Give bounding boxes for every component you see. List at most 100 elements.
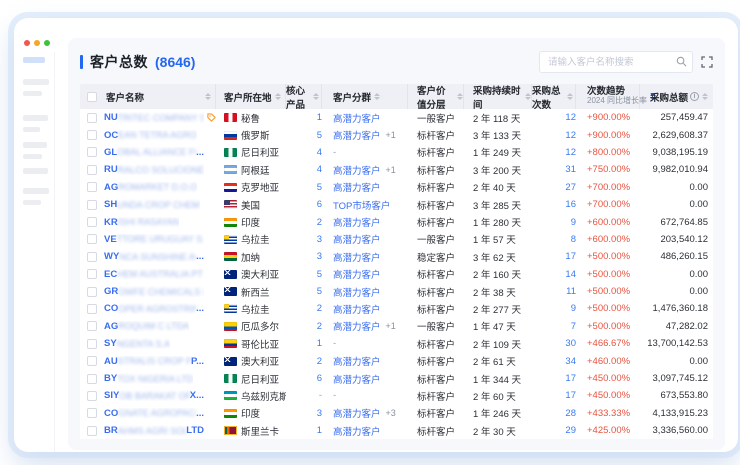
sidebar-item-skeleton[interactable] [23, 142, 47, 148]
table-row[interactable]: BYTOX NIGERIA LTD尼日利亚6高潜力客户标杆客户1 年 344 天… [80, 370, 713, 387]
row-checkbox[interactable] [87, 287, 97, 297]
segment-link[interactable]: 高潜力客户 [333, 354, 381, 368]
segment-link[interactable]: 高潜力客户 [333, 128, 381, 142]
customer-name-link[interactable]: ECHEM AUSTRALIA PTY LIMITED [104, 269, 204, 280]
table-row[interactable]: OCEAN TETRA AGRO俄罗斯5高潜力客户+1标杆客户3 年 133 天… [80, 126, 713, 143]
select-all-checkbox[interactable] [87, 92, 97, 102]
sidebar-item-skeleton[interactable] [23, 115, 48, 121]
customer-name-link[interactable]: BYTOX NIGERIA LTD [104, 373, 193, 384]
search-icon[interactable] [676, 56, 687, 67]
customer-name-link[interactable]: SIYOB BARAKAT ORZU FERMERX... [104, 390, 204, 401]
core-products-cell[interactable]: 1 [286, 112, 322, 123]
customer-name-link[interactable]: SHUNDA CROP CHEM [104, 199, 200, 210]
purchase-count-cell[interactable]: 12 [532, 147, 576, 158]
purchase-count-cell[interactable]: 34 [532, 356, 576, 367]
table-row[interactable]: AGROQUIM C LTDA厄瓜多尔2高潜力客户+1一般客户1 年 47 天7… [80, 318, 713, 335]
sort-icon[interactable] [702, 93, 708, 100]
core-products-cell[interactable]: 1 [286, 425, 322, 436]
table-row[interactable]: SHUNDA CROP CHEM美国6TOP市场客户标杆客户3 年 285 天1… [80, 196, 713, 213]
row-checkbox[interactable] [87, 269, 97, 279]
core-products-cell[interactable]: 1 [286, 338, 322, 349]
info-icon[interactable]: i [690, 92, 699, 101]
customer-name-link[interactable]: GROWFE CHEMICALS LIMITED [104, 286, 204, 297]
purchase-count-cell[interactable]: 9 [532, 303, 576, 314]
customer-name-link[interactable]: VETTORE URUGUAY S.R.L [104, 234, 204, 245]
search-input[interactable] [539, 51, 693, 73]
purchase-count-cell[interactable]: 27 [532, 182, 576, 193]
purchase-count-cell[interactable]: 17 [532, 251, 576, 262]
core-products-cell[interactable]: 3 [286, 234, 322, 245]
table-row[interactable]: AGROMARKET D.O.O克罗地亚5高潜力客户标杆客户2 年 40 天27… [80, 179, 713, 196]
table-row[interactable]: SIYOB BARAKAT ORZU FERMERX...乌兹别克斯坦--标杆客… [80, 387, 713, 404]
table-row[interactable]: COOPER AGROSTRINA ALDINO R...乌拉圭2高潜力客户标杆… [80, 300, 713, 317]
customer-name-link[interactable]: NUTRITEC COMPANY S.A.C [104, 112, 204, 123]
sidebar-item-skeleton[interactable] [23, 188, 49, 194]
customer-name-link[interactable]: WYNCA SUNSHINE AGRO PRODU... [104, 251, 204, 262]
core-products-cell[interactable]: 5 [286, 269, 322, 280]
column-header-location[interactable]: 客户所在地 [216, 84, 286, 109]
segment-link[interactable]: 高潜力客户 [333, 180, 381, 194]
table-row[interactable]: BRAHMS AGRI SOLUTIONS PVT LTD斯里兰卡1高潜力客户标… [80, 422, 713, 439]
segment-link[interactable]: 高潜力客户 [333, 406, 381, 420]
core-products-cell[interactable]: 2 [286, 356, 322, 367]
customer-name-link[interactable]: GLOBAL ALLIANCE FOR CHEMICA... [104, 147, 204, 158]
column-header-duration[interactable]: 采购持续时间 [464, 84, 532, 109]
table-row[interactable]: GROWFE CHEMICALS LIMITED新西兰5高潜力客户标杆客户2 年… [80, 283, 713, 300]
core-products-cell[interactable]: 2 [286, 217, 322, 228]
core-products-cell[interactable]: 6 [286, 199, 322, 210]
core-products-cell[interactable]: 3 [286, 251, 322, 262]
customer-name-link[interactable]: KRISHI RASAYAN [104, 217, 179, 228]
segment-link[interactable]: 高潜力客户 [333, 250, 381, 264]
segment-link[interactable]: 高潜力客户 [333, 424, 381, 438]
sidebar-item-skeleton[interactable] [23, 127, 40, 132]
table-row[interactable]: AUSTRALIS CROP PROTECTIONP...澳大利亚2高潜力客户标… [80, 352, 713, 369]
window-zoom-dot[interactable] [44, 40, 50, 46]
row-checkbox[interactable] [87, 408, 97, 418]
purchase-count-cell[interactable]: 30 [532, 338, 576, 349]
core-products-cell[interactable]: 5 [286, 182, 322, 193]
row-checkbox[interactable] [87, 147, 97, 157]
core-products-cell[interactable]: 6 [286, 373, 322, 384]
column-header-core[interactable]: 核心产品 [286, 84, 322, 109]
purchase-count-cell[interactable]: 9 [532, 217, 576, 228]
sidebar-item-skeleton[interactable] [23, 200, 41, 205]
purchase-count-cell[interactable]: 17 [532, 373, 576, 384]
core-products-cell[interactable]: 4 [286, 164, 322, 175]
customer-name-link[interactable]: AUSTRALIS CROP PROTECTIONP... [104, 356, 204, 367]
row-checkbox[interactable] [87, 391, 97, 401]
column-header-count[interactable]: 采购总次数 [532, 84, 576, 109]
customer-name-link[interactable]: COGNATE AGROPACK PRIVATE... [104, 408, 204, 419]
purchase-count-cell[interactable]: 12 [532, 130, 576, 141]
sidebar-item-skeleton[interactable] [23, 154, 42, 159]
purchase-count-cell[interactable]: 17 [532, 390, 576, 401]
sort-icon[interactable] [275, 93, 281, 100]
column-header-name[interactable]: 客户名称 [104, 84, 216, 109]
sidebar-item-skeleton[interactable] [23, 79, 49, 85]
customer-name-link[interactable]: OCEAN TETRA AGRO [104, 130, 197, 141]
table-row[interactable]: KRISHI RASAYAN印度2高潜力客户标杆客户1 年 280 天9+600… [80, 213, 713, 230]
table-row[interactable]: VETTORE URUGUAY S.R.L乌拉圭3高潜力客户一般客户1 年 57… [80, 231, 713, 248]
sort-icon[interactable] [205, 93, 211, 100]
sidebar-item-skeleton[interactable] [23, 168, 48, 174]
table-row[interactable]: WYNCA SUNSHINE AGRO PRODU...加纳3高潜力客户稳定客户… [80, 248, 713, 265]
purchase-count-cell[interactable]: 31 [532, 164, 576, 175]
sort-icon[interactable] [525, 93, 531, 100]
column-header-tier[interactable]: 客户价值分层 [408, 84, 464, 109]
window-minimize-dot[interactable] [34, 40, 40, 46]
column-header-trend[interactable]: 次数趋势2024 同比增长率 [576, 84, 640, 109]
row-checkbox[interactable] [87, 130, 97, 140]
segment-link[interactable]: 高潜力客户 [333, 215, 381, 229]
segment-link[interactable]: 高潜力客户 [333, 372, 381, 386]
sort-icon[interactable] [457, 93, 463, 100]
segment-link[interactable]: 高潜力客户 [333, 319, 381, 333]
sort-icon[interactable] [374, 93, 380, 100]
core-products-cell[interactable]: 3 [286, 408, 322, 419]
table-row[interactable]: NUTRITEC COMPANY S.A.C秘鲁1高潜力客户一般客户2 年 11… [80, 109, 713, 126]
purchase-count-cell[interactable]: 14 [532, 269, 576, 280]
segment-link[interactable]: 高潜力客户 [333, 302, 381, 316]
customer-name-link[interactable]: BRAHMS AGRI SOLUTIONS PVT LTD [104, 425, 204, 436]
customer-name-link[interactable]: AGROMARKET D.O.O [104, 182, 197, 193]
purchase-count-cell[interactable]: 11 [532, 286, 576, 297]
sidebar-item-skeleton[interactable] [23, 91, 42, 96]
row-checkbox[interactable] [87, 374, 97, 384]
